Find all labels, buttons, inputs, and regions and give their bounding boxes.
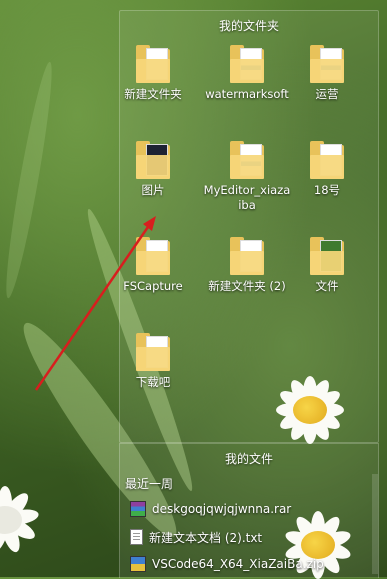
file-name: deskgoqjqwjqjwnna.rar xyxy=(152,502,292,516)
file-name: 新建文本文档 (2).txt xyxy=(149,530,263,545)
file-row[interactable]: VSCode64_X64_XiaZaiBa.zip xyxy=(130,554,324,574)
section-heading: 最近一周 xyxy=(125,477,174,491)
documents-panel-title: 我的文件 xyxy=(224,452,273,466)
zip-icon xyxy=(130,556,146,572)
scrollbar[interactable] xyxy=(372,474,378,574)
file-row[interactable]: 新建文本文档 (2).txt xyxy=(130,527,262,547)
file-name: VSCode64_X64_XiaZaiBa.zip xyxy=(152,557,324,571)
txt-icon xyxy=(130,529,143,545)
file-row[interactable]: deskgoqjqwjqjwnna.rar xyxy=(130,499,291,519)
rar-icon xyxy=(130,501,146,517)
documents-panel: 我的文件 最近一周 deskgoqjqwjqjwnna.rar 新建文本文档 (… xyxy=(119,443,379,578)
